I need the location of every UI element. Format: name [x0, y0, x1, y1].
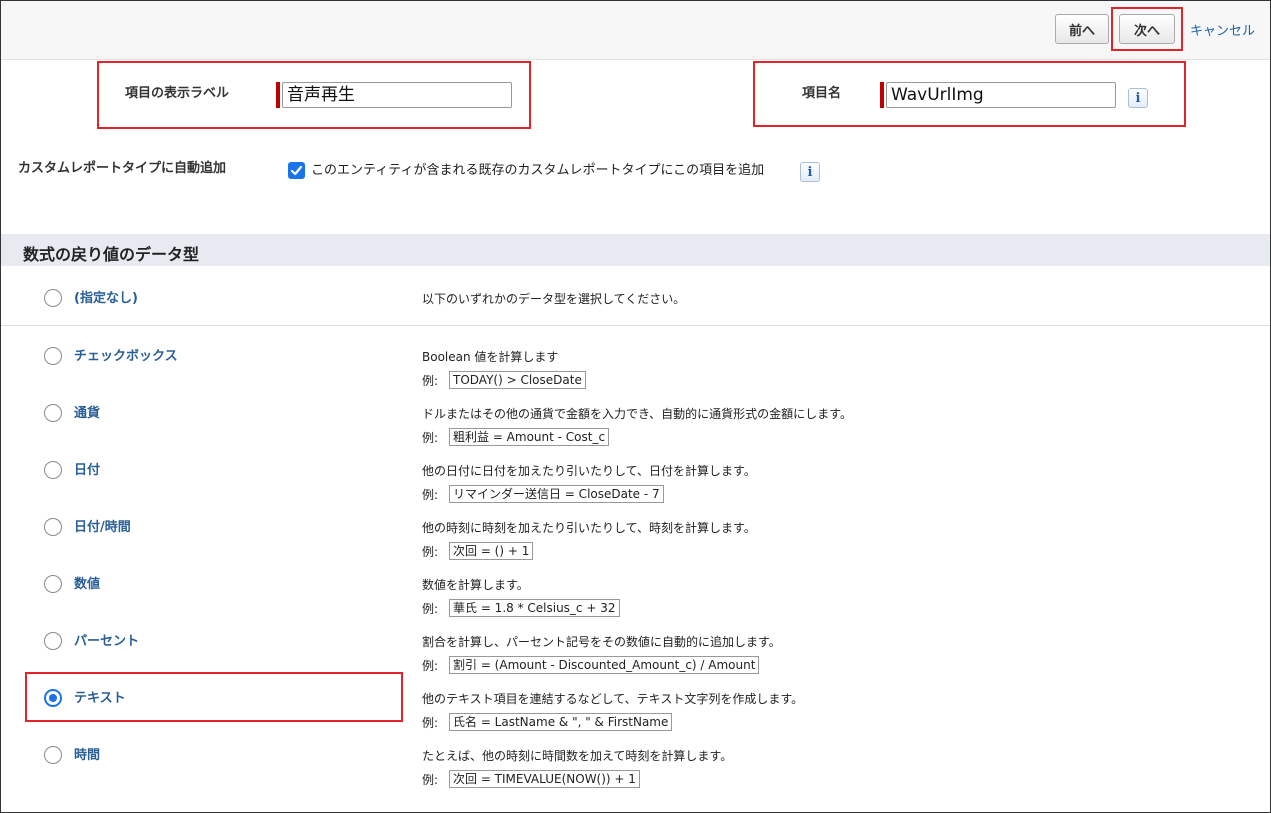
option-label[interactable]: 数値: [74, 573, 100, 592]
example-formula: 粗利益 = Amount - Cost_c: [449, 428, 610, 446]
option-label[interactable]: 日付: [74, 459, 100, 478]
example-formula: 華氏 = 1.8 * Celsius_c + 32: [449, 599, 620, 617]
option-description: ドルまたはその他の通貨で金額を入力でき、自動的に通貨形式の金額にします。: [422, 407, 852, 421]
option-description: 数値を計算します。: [422, 578, 529, 592]
auto-add-checkbox-label: このエンティティが含まれる既存のカスタムレポートタイプにこの項目を追加: [311, 163, 765, 178]
radio-checkbox[interactable]: [44, 347, 62, 365]
section-title: 数式の戻り値のデータ型: [23, 245, 200, 264]
radio-time[interactable]: [44, 746, 62, 764]
field-name-input[interactable]: WavUrlImg: [886, 82, 1116, 108]
section-header: 数式の戻り値のデータ型: [1, 234, 1270, 266]
option-label[interactable]: 日付/時間: [74, 516, 131, 535]
option-label[interactable]: チェックボックス: [74, 345, 178, 364]
example-formula: 割引 = (Amount - Discounted_Amount_c) / Am…: [449, 656, 760, 674]
auto-add-caption: カスタムレポートタイプに自動追加: [18, 161, 227, 176]
info-icon[interactable]: i: [1128, 88, 1148, 108]
example-prefix: 例:: [422, 602, 439, 616]
divider: [1, 325, 1270, 326]
example-prefix: 例:: [422, 716, 439, 730]
example-prefix: 例:: [422, 659, 439, 673]
auto-add-checkbox[interactable]: [288, 162, 305, 179]
radio-datetime[interactable]: [44, 518, 62, 536]
example-prefix: 例:: [422, 374, 439, 388]
radio-none[interactable]: [44, 289, 62, 307]
option-description: 以下のいずれかのデータ型を選択してください。: [422, 292, 686, 306]
example-formula: 氏名 = LastName & ", " & FirstName: [449, 713, 673, 731]
option-description: 他の時刻に時刻を加えたり引いたりして、時刻を計算します。: [422, 521, 756, 535]
example-formula: TODAY() > CloseDate: [449, 371, 586, 389]
info-icon[interactable]: i: [800, 162, 820, 182]
previous-button[interactable]: 前へ: [1055, 14, 1109, 44]
option-description: 割合を計算し、パーセント記号をその数値に自動的に追加します。: [422, 635, 781, 649]
cancel-link[interactable]: キャンセル: [1190, 20, 1255, 39]
option-label[interactable]: 時間: [74, 744, 100, 763]
next-button-highlight: [1111, 7, 1183, 51]
radio-percent[interactable]: [44, 632, 62, 650]
required-indicator: [880, 82, 884, 108]
required-indicator: [276, 82, 280, 108]
radio-date[interactable]: [44, 461, 62, 479]
radio-text[interactable]: [44, 689, 62, 707]
radio-currency[interactable]: [44, 404, 62, 422]
display-label-input[interactable]: 音声再生: [282, 82, 512, 108]
option-description: 他のテキスト項目を連結するなどして、テキスト文字列を作成します。: [422, 692, 804, 706]
field-name-caption: 項目名: [802, 86, 842, 101]
radio-number[interactable]: [44, 575, 62, 593]
option-label[interactable]: 通貨: [74, 402, 100, 421]
option-label[interactable]: (指定なし): [74, 287, 138, 306]
example-prefix: 例:: [422, 431, 439, 445]
option-description: 他の日付に日付を加えたり引いたりして、日付を計算します。: [422, 464, 756, 478]
example-formula: 次回 = TIMEVALUE(NOW()) + 1: [449, 770, 640, 788]
display-label-caption: 項目の表示ラベル: [125, 86, 230, 101]
example-prefix: 例:: [422, 545, 439, 559]
checkmark-icon: [290, 165, 303, 176]
example-formula: リマインダー送信日 = CloseDate - 7: [449, 485, 664, 503]
option-description: Boolean 値を計算します: [422, 350, 559, 364]
option-description: たとえば、他の時刻に時間数を加えて時刻を計算します。: [422, 749, 733, 763]
example-formula: 次回 = () + 1: [449, 542, 534, 560]
example-prefix: 例:: [422, 773, 439, 787]
option-label[interactable]: テキスト: [74, 687, 126, 706]
example-prefix: 例:: [422, 488, 439, 502]
option-label[interactable]: パーセント: [74, 630, 139, 649]
